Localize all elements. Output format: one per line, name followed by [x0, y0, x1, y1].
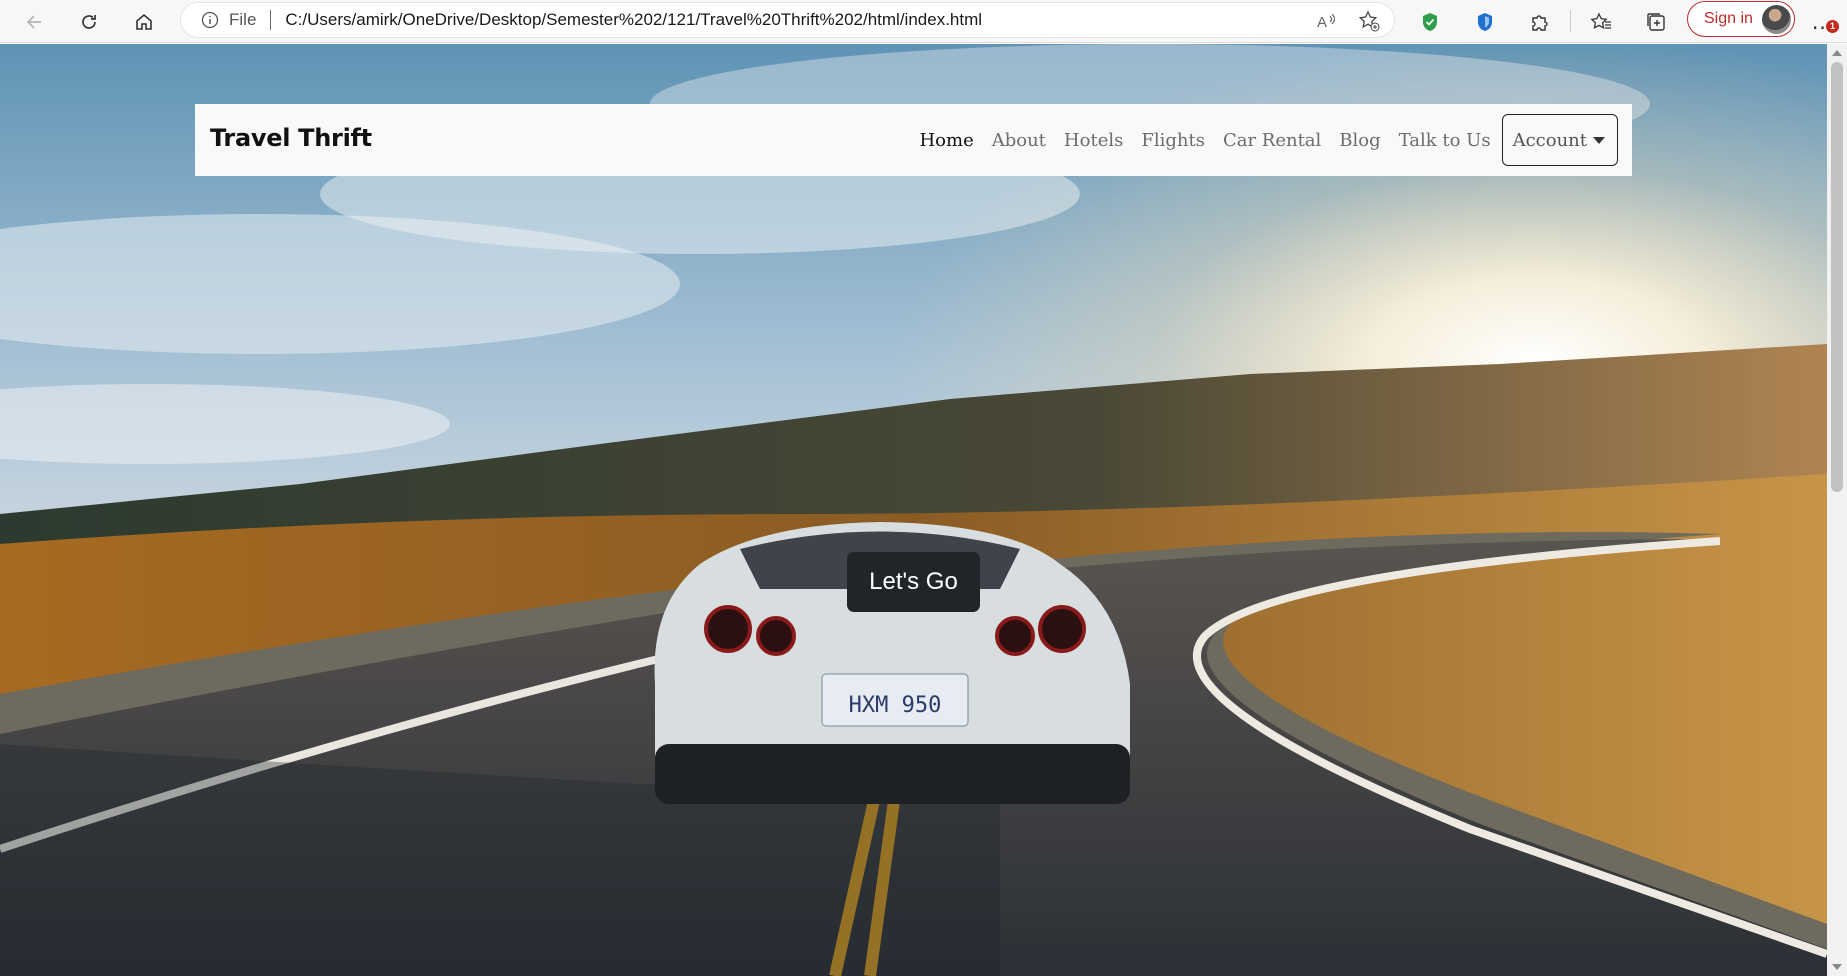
refresh-button[interactable] — [73, 6, 105, 38]
back-button[interactable] — [19, 6, 51, 38]
hero-background-image: HXM 950 — [0, 44, 1827, 976]
browser-toolbar: File C:/Users/amirk/OneDrive/Desktop/Sem… — [0, 0, 1847, 43]
site-navbar: Travel Thrift Home About Hotels Flights … — [195, 104, 1632, 176]
page-viewport: HXM 950 Travel Thrift Home About Hotels … — [0, 44, 1827, 976]
svg-text:A: A — [1317, 14, 1327, 31]
collections-button[interactable] — [1642, 8, 1670, 36]
favorites-star-icon — [1590, 12, 1611, 30]
scroll-up-arrow-icon[interactable] — [1832, 50, 1842, 56]
toolbar-divider — [1570, 10, 1571, 32]
url-text[interactable]: C:/Users/amirk/OneDrive/Desktop/Semester… — [285, 10, 982, 30]
info-icon[interactable] — [201, 11, 219, 29]
account-dropdown-button[interactable]: Account — [1501, 114, 1618, 166]
nav-link-flights[interactable]: Flights — [1132, 130, 1214, 151]
nav-link-talk-to-us[interactable]: Talk to Us — [1390, 130, 1500, 151]
caret-down-icon — [1593, 136, 1605, 144]
address-bar[interactable]: File C:/Users/amirk/OneDrive/Desktop/Sem… — [180, 2, 1395, 38]
scrollbar-thumb[interactable] — [1831, 62, 1843, 492]
shield-icon — [1478, 13, 1492, 31]
collections-icon — [1647, 13, 1665, 31]
brand-logo[interactable]: Travel Thrift — [210, 124, 372, 152]
home-button[interactable] — [128, 6, 160, 38]
nav-link-car-rental[interactable]: Car Rental — [1214, 130, 1330, 151]
favorites-button[interactable] — [1587, 8, 1615, 36]
license-plate-text: HXM 950 — [849, 693, 942, 718]
profile-avatar — [1762, 5, 1791, 34]
nav-link-about[interactable]: About — [983, 130, 1055, 151]
page-scrollbar[interactable] — [1827, 44, 1847, 976]
notification-badge: 1 — [1826, 20, 1839, 33]
address-separator — [270, 10, 272, 30]
nav-link-blog[interactable]: Blog — [1330, 130, 1389, 151]
account-label: Account — [1512, 129, 1587, 151]
address-scheme-label: File — [229, 10, 257, 29]
shield-check-icon — [1423, 13, 1437, 31]
settings-more-button[interactable]: ... 1 — [1808, 8, 1839, 36]
sign-in-button[interactable]: Sign in — [1687, 1, 1795, 37]
nav-link-home[interactable]: Home — [910, 130, 982, 151]
home-icon — [136, 13, 152, 30]
lets-go-button[interactable]: Let's Go — [847, 552, 980, 612]
nav-links: Home About Hotels Flights Car Rental Blo… — [910, 114, 1618, 166]
extensions-button[interactable] — [1526, 8, 1554, 36]
sign-in-label: Sign in — [1704, 10, 1753, 27]
extension-shield-green[interactable] — [1416, 8, 1444, 36]
add-favorite-icon[interactable] — [1358, 10, 1380, 32]
read-aloud-icon[interactable]: A — [1316, 10, 1338, 32]
refresh-icon — [82, 15, 96, 29]
extension-shield-blue[interactable] — [1471, 8, 1499, 36]
back-arrow-icon — [26, 15, 41, 29]
nav-link-hotels[interactable]: Hotels — [1055, 130, 1132, 151]
scroll-down-arrow-icon[interactable] — [1832, 964, 1842, 970]
puzzle-icon — [1532, 15, 1548, 31]
